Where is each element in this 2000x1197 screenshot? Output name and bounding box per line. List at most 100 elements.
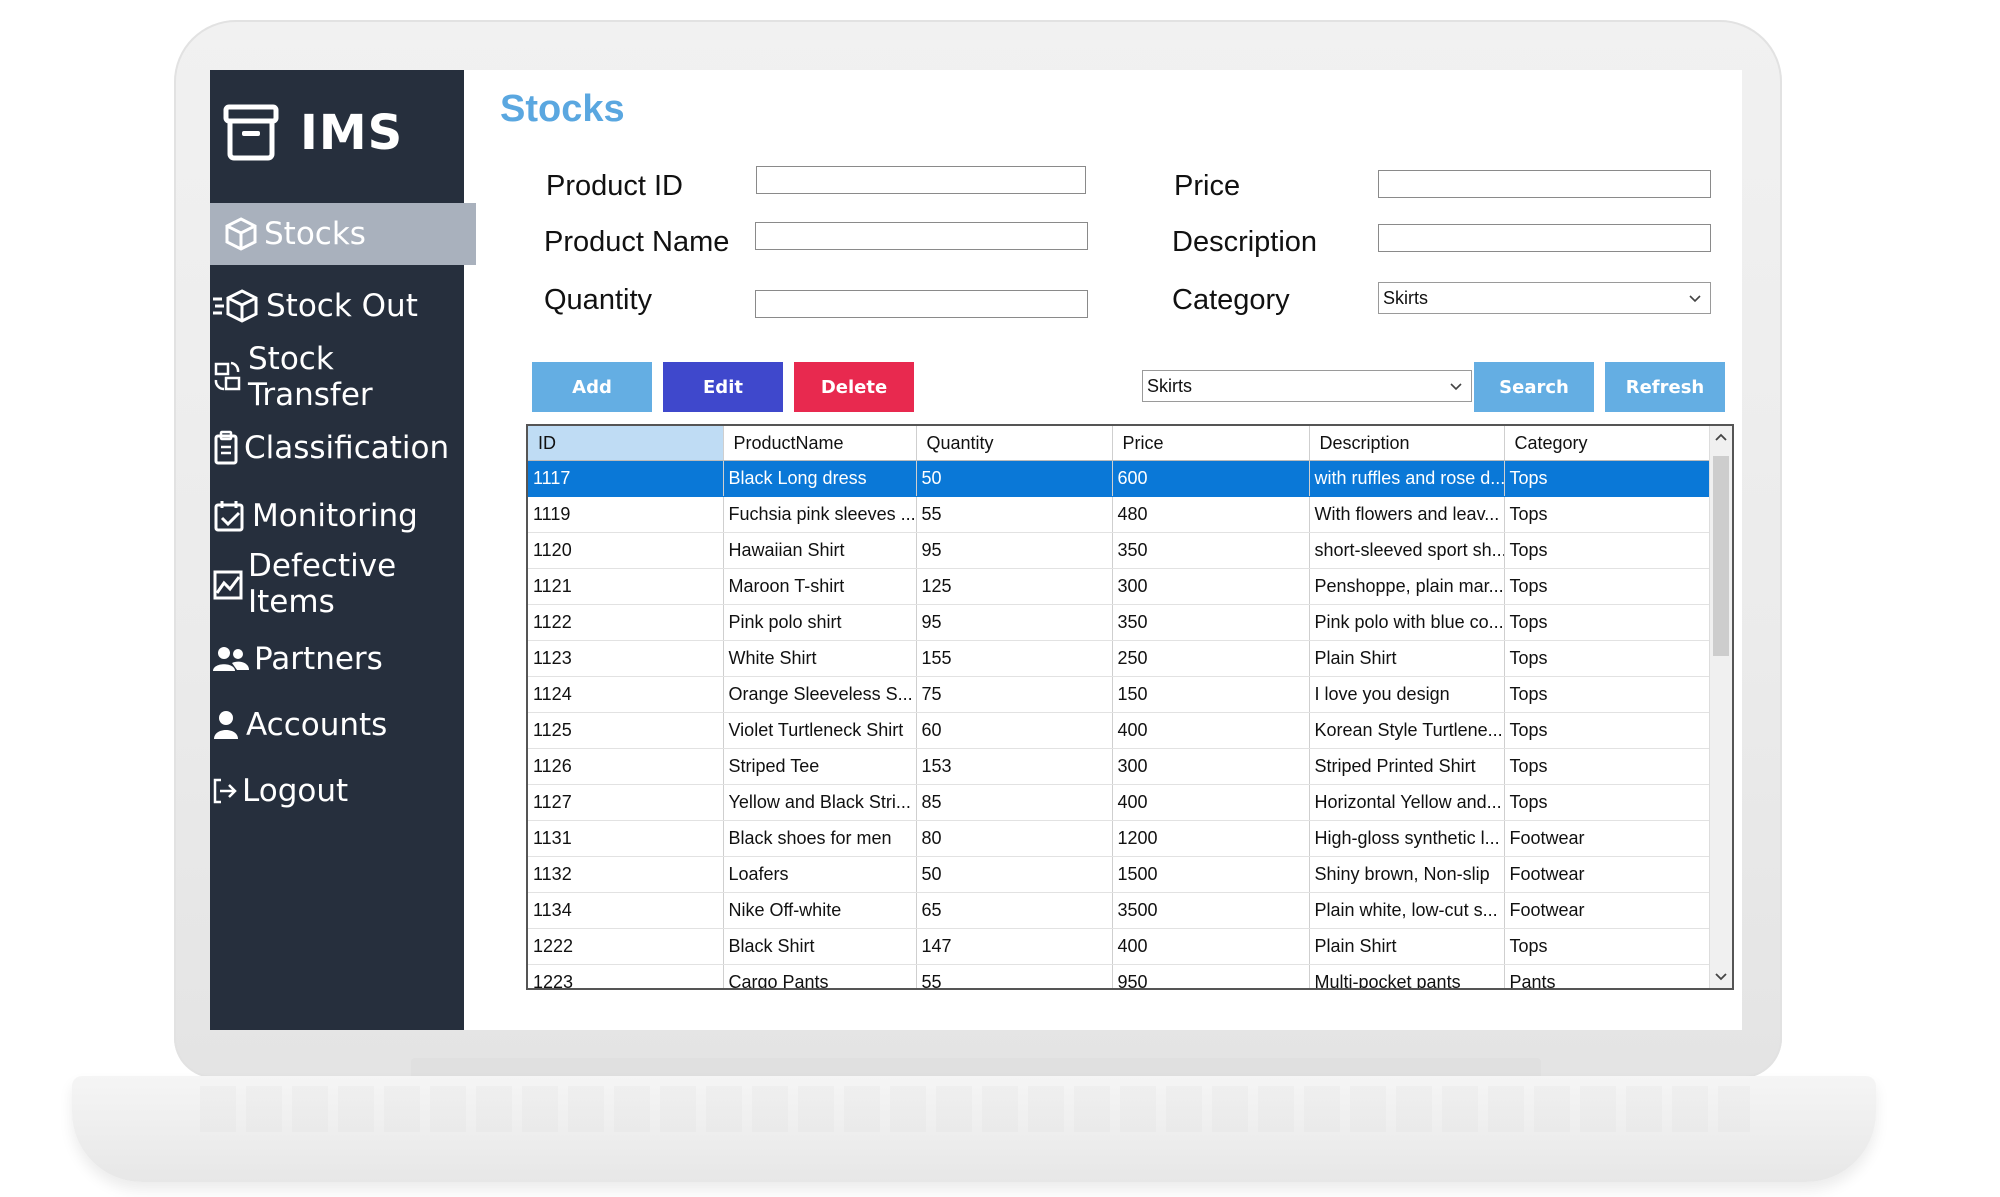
cell-price[interactable]: 250: [1112, 640, 1310, 677]
table-row[interactable]: 1119 Fuchsia pink sleeves ... 55 480 With fl…: [528, 496, 1713, 533]
cell-price[interactable]: 400: [1112, 928, 1310, 965]
cell-product-name[interactable]: Black shoes for men: [723, 820, 917, 857]
cell-id[interactable]: 1134: [528, 892, 724, 929]
cell-product-name[interactable]: Pink polo shirt: [723, 604, 917, 641]
cell-category[interactable]: Tops: [1504, 532, 1713, 569]
cell-id[interactable]: 1122: [528, 604, 724, 641]
cell-description[interactable]: Korean Style Turtlene...: [1309, 712, 1505, 749]
cell-product-name[interactable]: Orange Sleeveless S...: [723, 676, 917, 713]
cell-id[interactable]: 1123: [528, 640, 724, 677]
cell-price[interactable]: 1500: [1112, 856, 1310, 893]
cell-product-name[interactable]: Striped Tee: [723, 748, 917, 785]
cell-quantity[interactable]: 50: [916, 856, 1113, 893]
cell-category[interactable]: Tops: [1504, 676, 1713, 713]
sidebar-item-classification[interactable]: Classification: [210, 417, 466, 479]
table-row[interactable]: 1131 Black shoes for men 80 1200 High-gloss …: [528, 820, 1713, 857]
cell-product-name[interactable]: Maroon T-shirt: [723, 568, 917, 605]
quantity-input[interactable]: [755, 290, 1088, 318]
table-row[interactable]: 1127 Yellow and Black Stri... 85 400 Horizon…: [528, 784, 1713, 821]
cell-quantity[interactable]: 50: [916, 460, 1113, 497]
scrollbar-thumb[interactable]: [1713, 456, 1729, 656]
table-row[interactable]: 1120 Hawaiian Shirt 95 350 short-sleeved spo…: [528, 532, 1713, 569]
cell-product-name[interactable]: Black Shirt: [723, 928, 917, 965]
cell-product-name[interactable]: Yellow and Black Stri...: [723, 784, 917, 821]
cell-product-name[interactable]: Black Long dress: [723, 460, 917, 497]
cell-description[interactable]: with ruffles and rose d...: [1309, 460, 1505, 497]
cell-quantity[interactable]: 153: [916, 748, 1113, 785]
table-row[interactable]: 1126 Striped Tee 153 300 Striped Printed Shi…: [528, 748, 1713, 785]
cell-category[interactable]: Pants: [1504, 964, 1713, 988]
cell-price[interactable]: 350: [1112, 532, 1310, 569]
table-row[interactable]: 1134 Nike Off-white 65 3500 Plain white, low…: [528, 892, 1713, 929]
cell-description[interactable]: Plain Shirt: [1309, 640, 1505, 677]
table-row[interactable]: 1121 Maroon T-shirt 125 300 Penshoppe, plain…: [528, 568, 1713, 605]
cell-id[interactable]: 1223: [528, 964, 724, 988]
scroll-down-icon[interactable]: [1713, 968, 1729, 984]
cell-category[interactable]: Tops: [1504, 748, 1713, 785]
cell-id[interactable]: 1132: [528, 856, 724, 893]
stocks-grid[interactable]: ID ProductName Quantity Price Descriptio…: [526, 424, 1734, 990]
cell-id[interactable]: 1125: [528, 712, 724, 749]
cell-id[interactable]: 1121: [528, 568, 724, 605]
cell-quantity[interactable]: 95: [916, 532, 1113, 569]
sidebar-item-partners[interactable]: Partners: [210, 628, 466, 690]
delete-button[interactable]: Delete: [794, 362, 914, 412]
vertical-scrollbar[interactable]: [1709, 426, 1732, 988]
cell-quantity[interactable]: 55: [916, 496, 1113, 533]
sidebar-item-defective-items[interactable]: Defective Items: [210, 548, 466, 620]
cell-description[interactable]: Shiny brown, Non-slip: [1309, 856, 1505, 893]
column-header-description[interactable]: Description: [1309, 426, 1505, 461]
cell-product-name[interactable]: Cargo Pants: [723, 964, 917, 988]
cell-price[interactable]: 400: [1112, 784, 1310, 821]
cell-quantity[interactable]: 75: [916, 676, 1113, 713]
cell-product-name[interactable]: Nike Off-white: [723, 892, 917, 929]
add-button[interactable]: Add: [532, 362, 652, 412]
cell-price[interactable]: 600: [1112, 460, 1310, 497]
cell-price[interactable]: 950: [1112, 964, 1310, 988]
cell-category[interactable]: Tops: [1504, 460, 1713, 497]
cell-category[interactable]: Tops: [1504, 640, 1713, 677]
cell-description[interactable]: Horizontal Yellow and...: [1309, 784, 1505, 821]
sidebar-item-stock-transfer[interactable]: Stock Transfer: [210, 341, 466, 413]
cell-description[interactable]: short-sleeved sport sh...: [1309, 532, 1505, 569]
sidebar-item-monitoring[interactable]: Monitoring: [210, 485, 466, 547]
refresh-button[interactable]: Refresh: [1605, 362, 1725, 412]
cell-quantity[interactable]: 95: [916, 604, 1113, 641]
sidebar-item-stock-out[interactable]: Stock Out: [210, 275, 466, 337]
description-input[interactable]: [1378, 224, 1711, 252]
cell-price[interactable]: 1200: [1112, 820, 1310, 857]
cell-id[interactable]: 1126: [528, 748, 724, 785]
cell-id[interactable]: 1127: [528, 784, 724, 821]
table-row[interactable]: 1125 Violet Turtleneck Shirt 60 400 Korean S…: [528, 712, 1713, 749]
cell-category[interactable]: Footwear: [1504, 892, 1713, 929]
cell-product-name[interactable]: Fuchsia pink sleeves ...: [723, 496, 917, 533]
category-select[interactable]: Skirts: [1378, 282, 1711, 314]
cell-price[interactable]: 150: [1112, 676, 1310, 713]
cell-id[interactable]: 1119: [528, 496, 724, 533]
sidebar-item-logout[interactable]: Logout: [210, 760, 466, 822]
product-id-input[interactable]: [756, 166, 1086, 194]
table-row[interactable]: 1223 Cargo Pants 55 950 Multi-pocket pants Pa…: [528, 964, 1713, 988]
cell-price[interactable]: 400: [1112, 712, 1310, 749]
filter-select[interactable]: Skirts: [1142, 370, 1472, 402]
cell-description[interactable]: I love you design: [1309, 676, 1505, 713]
search-button[interactable]: Search: [1474, 362, 1594, 412]
cell-description[interactable]: Plain Shirt: [1309, 928, 1505, 965]
table-row[interactable]: 1123 White Shirt 155 250 Plain Shirt Tops: [528, 640, 1713, 677]
cell-product-name[interactable]: Loafers: [723, 856, 917, 893]
cell-description[interactable]: With flowers and leav...: [1309, 496, 1505, 533]
cell-quantity[interactable]: 55: [916, 964, 1113, 988]
cell-description[interactable]: Multi-pocket pants: [1309, 964, 1505, 988]
table-row[interactable]: 1124 Orange Sleeveless S... 75 150 I love yo…: [528, 676, 1713, 713]
cell-quantity[interactable]: 60: [916, 712, 1113, 749]
cell-quantity[interactable]: 65: [916, 892, 1113, 929]
column-header-category[interactable]: Category: [1504, 426, 1713, 461]
cell-description[interactable]: Striped Printed Shirt: [1309, 748, 1505, 785]
cell-category[interactable]: Tops: [1504, 784, 1713, 821]
sidebar-item-stocks[interactable]: Stocks: [210, 203, 476, 265]
price-input[interactable]: [1378, 170, 1711, 198]
cell-quantity[interactable]: 155: [916, 640, 1113, 677]
cell-quantity[interactable]: 80: [916, 820, 1113, 857]
column-header-price[interactable]: Price: [1112, 426, 1310, 461]
cell-product-name[interactable]: Violet Turtleneck Shirt: [723, 712, 917, 749]
